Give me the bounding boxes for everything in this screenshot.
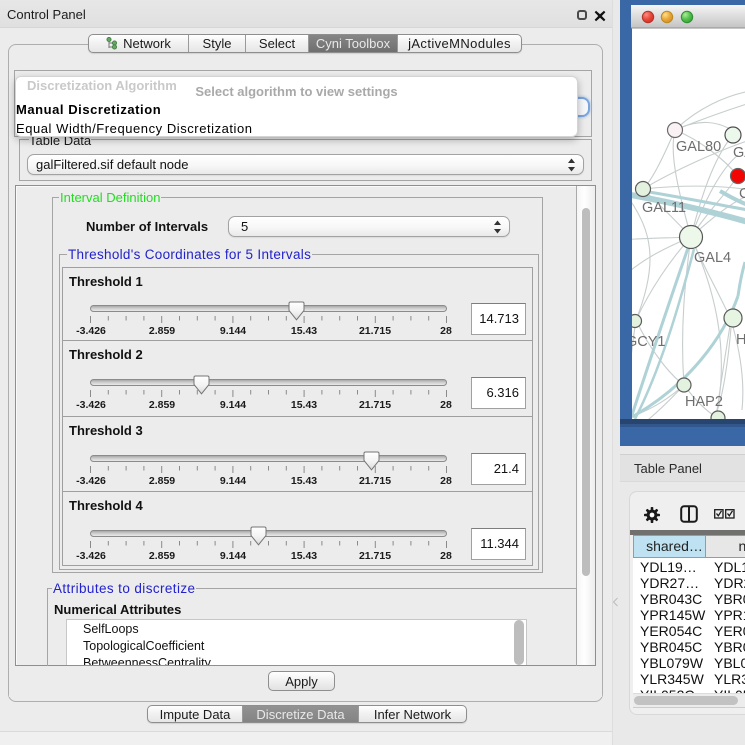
svg-text:H: H [736, 332, 745, 348]
svg-text:C: C [739, 186, 745, 202]
svg-text:GAL4: GAL4 [694, 250, 731, 266]
svg-text:HAP2: HAP2 [685, 394, 723, 410]
svg-text:GAL11: GAL11 [642, 200, 686, 216]
svg-text:GA: GA [733, 145, 745, 161]
svg-text:GAL80: GAL80 [676, 139, 721, 155]
